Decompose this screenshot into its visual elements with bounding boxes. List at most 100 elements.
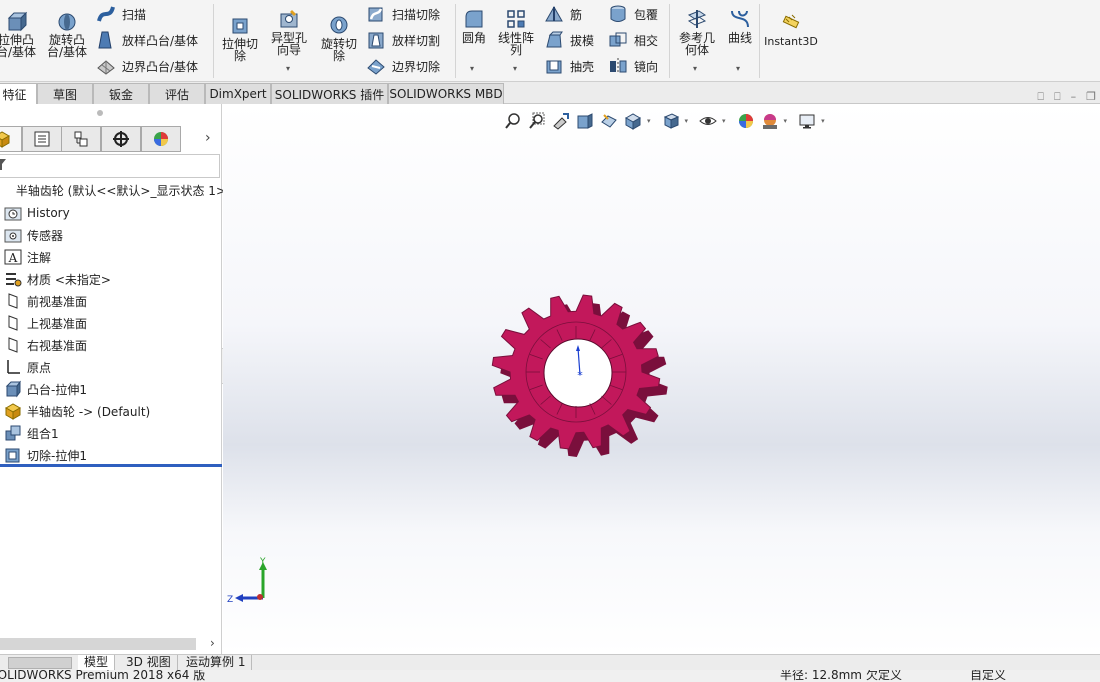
appearance-icon	[154, 132, 168, 146]
hole-wizard-button[interactable]: 异型孔 向导	[266, 8, 312, 56]
scroll-right-icon[interactable]: ›	[210, 636, 215, 650]
feature-manager-panel: › 半轴齿轮 (默认<<默认>_显示状态 1>) History 传感器 A 注…	[0, 104, 231, 654]
hole-wizard-dropdown[interactable]: ▾	[286, 64, 290, 73]
panel-tabs: ›	[0, 126, 222, 152]
graphics-area[interactable]: ⎕ ⎕ – ❐ ▾ ▾ ▾ ▾ ▾ * Y Z	[223, 90, 1100, 654]
view-orientation-button[interactable]	[623, 111, 643, 131]
restore-icon[interactable]: ❐	[1086, 90, 1096, 104]
tab-solidworks-mbd[interactable]: SOLIDWORKS MBD	[388, 83, 504, 104]
revolve-cut-button[interactable]: 旋转切 除	[316, 14, 362, 62]
tile-right-icon[interactable]: ⎕	[1054, 90, 1061, 104]
tab-feature-manager[interactable]	[0, 126, 22, 152]
view-orientation-dropdown[interactable]: ▾	[647, 117, 651, 125]
filter-bar[interactable]	[0, 154, 220, 178]
view-settings-button[interactable]	[797, 111, 817, 131]
rollback-bar[interactable]	[0, 464, 222, 467]
apply-scene-button[interactable]	[760, 111, 780, 131]
hide-show-items-button[interactable]	[698, 111, 718, 131]
zoom-to-area-button[interactable]	[527, 111, 547, 131]
fillet-button[interactable]: 圆角	[458, 8, 490, 44]
sensor-icon	[4, 229, 22, 243]
viewport-window-controls: ⎕ ⎕ – ❐	[1037, 90, 1096, 104]
display-style-button[interactable]	[661, 111, 681, 131]
tab-dimxpert[interactable]: DimXpert	[205, 83, 271, 104]
boundary-cut-button[interactable]: 边界切除	[366, 55, 440, 77]
filter-icon	[0, 159, 6, 170]
display-style-dropdown[interactable]: ▾	[685, 117, 689, 125]
tree-item-history[interactable]: History	[4, 202, 70, 224]
tree-item-top-plane[interactable]: 上视基准面	[4, 312, 87, 334]
panel-grip[interactable]	[97, 110, 103, 116]
tab-evaluate[interactable]: 评估	[149, 83, 205, 104]
sweep-button[interactable]: 扫描	[96, 3, 146, 25]
loft-cut-button[interactable]: 放样切割	[366, 29, 440, 51]
extrude-boss-button[interactable]: 拉伸凸 台/基体	[0, 10, 38, 58]
tree-item-front-plane[interactable]: 前视基准面	[4, 290, 87, 312]
tab-model[interactable]: 模型	[78, 655, 116, 671]
tab-nav-arrows[interactable]	[8, 657, 72, 669]
tree-item-origin[interactable]: 原点	[4, 356, 51, 378]
tab-dimxpert-manager[interactable]	[101, 126, 141, 152]
tree-item-label: 组合1	[27, 426, 59, 441]
zoom-to-fit-button[interactable]	[503, 111, 523, 131]
apply-scene-dropdown[interactable]: ▾	[784, 117, 788, 125]
tree-item-material[interactable]: 材质 <未指定>	[4, 268, 111, 290]
draft-button[interactable]: 拔模	[544, 29, 594, 51]
tree-item-annotations[interactable]: A 注解	[4, 246, 51, 268]
tab-display-manager[interactable]	[141, 126, 181, 152]
status-units[interactable]: 自定义	[970, 670, 1006, 682]
tab-sheet-metal[interactable]: 钣金	[93, 83, 149, 104]
ribbon-separator	[759, 4, 760, 78]
minimize-icon[interactable]: –	[1071, 90, 1077, 104]
wrap-button[interactable]: 包覆	[608, 3, 658, 25]
chevron-right-icon[interactable]: ›	[205, 130, 211, 146]
extrude-cut-button[interactable]: 拉伸切 除	[218, 14, 262, 62]
loft-boss-button[interactable]: 放样凸台/基体	[96, 29, 198, 51]
instant3d-button[interactable]: Instant3D	[763, 12, 819, 48]
horizontal-scrollbar[interactable]	[0, 638, 196, 650]
curves-button[interactable]: 曲线	[723, 8, 757, 44]
tree-item-boss-extrude1[interactable]: 凸台-拉伸1	[4, 378, 87, 400]
coordinate-triad: Y Z	[227, 557, 267, 602]
rib-button[interactable]: 筋	[544, 3, 582, 25]
dynamic-annotation-button[interactable]	[599, 111, 619, 131]
boundary-boss-button[interactable]: 边界凸台/基体	[96, 55, 198, 77]
tile-left-icon[interactable]: ⎕	[1037, 90, 1044, 104]
tab-3d-views[interactable]: 3D 视图	[120, 655, 178, 671]
sweep-cut-button[interactable]: 扫描切除	[366, 3, 440, 25]
tab-configuration-manager[interactable]	[61, 126, 101, 152]
tab-property-manager[interactable]	[22, 126, 62, 152]
feature-manager-icon	[0, 131, 11, 148]
tree-item-right-plane[interactable]: 右视基准面	[4, 334, 87, 356]
reference-geometry-button[interactable]: 参考几 何体	[674, 8, 720, 56]
linear-pattern-dropdown[interactable]: ▾	[513, 64, 517, 73]
tree-item-sensors[interactable]: 传感器	[4, 224, 63, 246]
edit-appearance-button[interactable]	[736, 111, 756, 131]
scene-icon	[762, 114, 777, 129]
section-view-button[interactable]	[575, 111, 595, 131]
reference-geometry-dropdown[interactable]: ▾	[693, 64, 697, 73]
curves-dropdown[interactable]: ▾	[736, 64, 740, 73]
mirror-button[interactable]: 镜向	[608, 55, 658, 77]
tree-item-cut-extrude1[interactable]: 切除-拉伸1	[4, 444, 87, 466]
tab-solidworks-addins[interactable]: SOLIDWORKS 插件	[271, 83, 388, 104]
shell-button[interactable]: 抽壳	[544, 55, 594, 77]
tab-sketch[interactable]: 草图	[37, 83, 93, 104]
tab-motion-study-1[interactable]: 运动算例 1	[180, 655, 253, 671]
view-settings-dropdown[interactable]: ▾	[821, 117, 825, 125]
gear-model[interactable]: *	[488, 290, 668, 460]
intersect-button[interactable]: 相交	[608, 29, 658, 51]
linear-pattern-button[interactable]: 线性阵 列	[494, 8, 538, 56]
fillet-dropdown[interactable]: ▾	[470, 64, 474, 73]
tree-item-derived-part[interactable]: 半轴齿轮 -> (Default)	[4, 400, 150, 422]
tree-item-label: 原点	[27, 360, 52, 375]
tree-item-combine1[interactable]: 组合1	[4, 422, 59, 444]
tab-features[interactable]: 特征	[0, 83, 37, 104]
previous-view-button[interactable]	[551, 111, 571, 131]
tree-root-part[interactable]: 半轴齿轮 (默认<<默认>_显示状态 1>)	[6, 182, 231, 199]
command-manager-ribbon: 拉伸凸 台/基体 旋转凸 台/基体 扫描 放样凸台/基体 边界凸台/基体 拉伸切…	[0, 0, 1100, 82]
revolve-boss-button[interactable]: 旋转凸 台/基体	[44, 10, 90, 58]
previous-view-icon	[553, 113, 569, 130]
loft-cut-icon	[368, 32, 384, 49]
hide-show-dropdown[interactable]: ▾	[722, 117, 726, 125]
